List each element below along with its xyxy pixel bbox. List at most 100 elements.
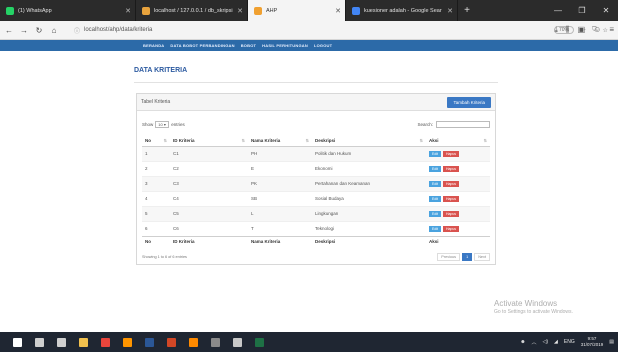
sublime-icon[interactable] — [182, 332, 204, 352]
foot-no: No — [142, 235, 170, 247]
delete-button[interactable]: Hapus — [443, 195, 459, 202]
excel-icon[interactable] — [248, 332, 270, 352]
home-icon[interactable]: ⌂ — [48, 26, 60, 35]
window-controls: — ❐ ✕ — [546, 0, 618, 21]
delete-button[interactable]: Hapus — [443, 210, 459, 217]
browser-tab-google[interactable]: kuesioner adalah - Google Sear ✕ — [346, 0, 458, 21]
chrome-icon[interactable] — [94, 332, 116, 352]
tray-arrow-icon[interactable]: ︿ — [532, 339, 537, 346]
cell-id: C4 — [170, 190, 248, 206]
menu-item-logout[interactable]: LOGOUT — [314, 43, 332, 48]
language-indicator[interactable]: ENG — [564, 339, 575, 345]
delete-button[interactable]: Hapus — [443, 180, 459, 187]
browser-tab-whatsapp[interactable]: (1) WhatsApp ✕ — [0, 0, 136, 21]
menu-item-data-bobot[interactable]: DATA BOBOT PERBANDINGAN — [170, 43, 234, 48]
windows-start-icon[interactable] — [6, 332, 28, 352]
col-header-aksi[interactable]: Aksi ⇅ — [426, 135, 490, 147]
cell-deskripsi: Lingkungan — [312, 205, 426, 221]
cell-id: C1 — [170, 145, 248, 161]
cell-no: 2 — [142, 160, 170, 176]
back-icon[interactable]: ← — [3, 26, 15, 35]
table-footer-row: No ID Kriteria Nama Kriteria Deskripsi A… — [142, 235, 490, 247]
close-icon[interactable]: ✕ — [335, 7, 341, 15]
new-tab-button[interactable]: + — [458, 0, 476, 21]
sidebar-icon[interactable]: ▣ — [578, 25, 586, 35]
word-icon[interactable] — [138, 332, 160, 352]
delete-button[interactable]: Hapus — [443, 225, 459, 232]
volume-icon[interactable]: ◁) — [543, 339, 549, 345]
col-header-no[interactable]: No ⇅ — [142, 135, 170, 147]
search-icon[interactable] — [28, 332, 50, 352]
cell-aksi: Edit Hapus — [426, 160, 490, 176]
pagination-page[interactable]: 1 — [462, 253, 473, 261]
cell-aksi: Edit Hapus — [426, 175, 490, 191]
browser-tab-phpmyadmin[interactable]: localhost / 127.0.0.1 / db_skripsi ✕ — [136, 0, 248, 21]
cell-deskripsi: Teknologi — [312, 220, 426, 236]
paint-icon[interactable] — [226, 332, 248, 352]
people-icon[interactable]: ☻ — [520, 339, 525, 345]
menu-item-beranda[interactable]: BERANDA — [143, 43, 164, 48]
download-icon[interactable]: ⤓ — [554, 25, 558, 35]
edit-button[interactable]: Edit — [429, 180, 441, 187]
pagination-next[interactable]: Next — [474, 253, 490, 261]
notification-icon[interactable]: ▤ — [609, 339, 614, 345]
col-header-id[interactable]: ID Kriteria ⇅ — [170, 135, 248, 147]
edit-button[interactable]: Edit — [429, 195, 441, 202]
search-input[interactable] — [436, 121, 490, 128]
cell-id: C2 — [170, 160, 248, 176]
show-label: Show — [142, 122, 154, 127]
menu-icon[interactable]: ≡ — [609, 25, 614, 35]
firefox-icon[interactable] — [116, 332, 138, 352]
close-window-icon[interactable]: ✕ — [594, 0, 618, 21]
kriteria-table: No ⇅ ID Kriteria ⇅ Nama Kriteria ⇅ Deskrips… — [142, 135, 490, 247]
address-bar[interactable]: ⓘ localhost/ahp/data/kriteria — [74, 24, 554, 37]
restore-icon[interactable]: ❐ — [570, 0, 594, 21]
edit-button[interactable]: Edit — [429, 165, 441, 172]
cell-aksi: Edit Hapus — [426, 190, 490, 206]
watermark-title: Activate Windows — [494, 299, 558, 308]
phpmyadmin-icon — [142, 6, 150, 15]
obs-icon[interactable] — [204, 332, 226, 352]
account-icon[interactable]: ☺ — [593, 25, 601, 35]
cell-deskripsi: Pertahanan dan Keamanan — [312, 175, 426, 191]
close-icon[interactable]: ✕ — [237, 7, 243, 15]
delete-button[interactable]: Hapus — [443, 150, 459, 157]
edit-button[interactable]: Edit — [429, 225, 441, 232]
col-header-nama[interactable]: Nama Kriteria ⇅ — [248, 135, 312, 147]
entries-select[interactable]: 10 ▾ — [155, 121, 170, 128]
edit-button[interactable]: Edit — [429, 150, 441, 157]
forward-icon[interactable]: → — [18, 26, 30, 35]
col-header-deskripsi[interactable]: Deskripsi ⇅ — [312, 135, 426, 147]
sort-icon: ⇅ — [305, 137, 309, 143]
foot-nama: Nama Kriteria — [248, 235, 312, 247]
close-icon[interactable]: ✕ — [125, 7, 131, 15]
edit-button[interactable]: Edit — [429, 210, 441, 217]
library-icon[interactable]: ⫼ — [566, 25, 570, 35]
explorer-icon[interactable] — [72, 332, 94, 352]
network-icon[interactable]: ◢ — [554, 339, 558, 345]
delete-button[interactable]: Hapus — [443, 165, 459, 172]
close-icon[interactable]: ✕ — [447, 7, 453, 15]
table-row: 1 C1 PH Politik dan Hukum Edit Hapus — [142, 145, 490, 161]
menu-item-hasil[interactable]: HASIL PERHITUNGAN — [262, 43, 308, 48]
cell-deskripsi: Sosial Budaya — [312, 190, 426, 206]
table-header-row: No ⇅ ID Kriteria ⇅ Nama Kriteria ⇅ Deskrips… — [142, 135, 490, 147]
table-controls: Show 10 ▾ entries Search: — [137, 120, 495, 129]
info-icon[interactable]: ⓘ — [74, 26, 80, 35]
minimize-icon[interactable]: — — [546, 0, 570, 21]
tab-title: localhost / 127.0.0.1 / db_skripsi — [154, 7, 233, 14]
reload-icon[interactable]: ↻ — [33, 26, 45, 35]
pagination: Previous 1 Next — [437, 253, 490, 261]
pagination-previous[interactable]: Previous — [437, 253, 461, 261]
sort-icon: ⇅ — [483, 137, 487, 143]
menu-item-bobot[interactable]: BOBOT — [241, 43, 256, 48]
cell-aksi: Edit Hapus — [426, 145, 490, 161]
task-view-icon[interactable] — [50, 332, 72, 352]
activation-watermark: Activate Windows Go to Settings to activ… — [494, 299, 573, 315]
clock[interactable]: 9:57 31/07/2019 — [581, 336, 604, 348]
powerpoint-icon[interactable] — [160, 332, 182, 352]
add-kriteria-button[interactable]: Tambah Kriteria — [447, 96, 491, 108]
table-footer: Showing 1 to 6 of 6 entries Previous 1 N… — [137, 253, 495, 261]
browser-tab-ahp[interactable]: AHP ✕ — [248, 0, 346, 21]
cell-no: 1 — [142, 145, 170, 161]
